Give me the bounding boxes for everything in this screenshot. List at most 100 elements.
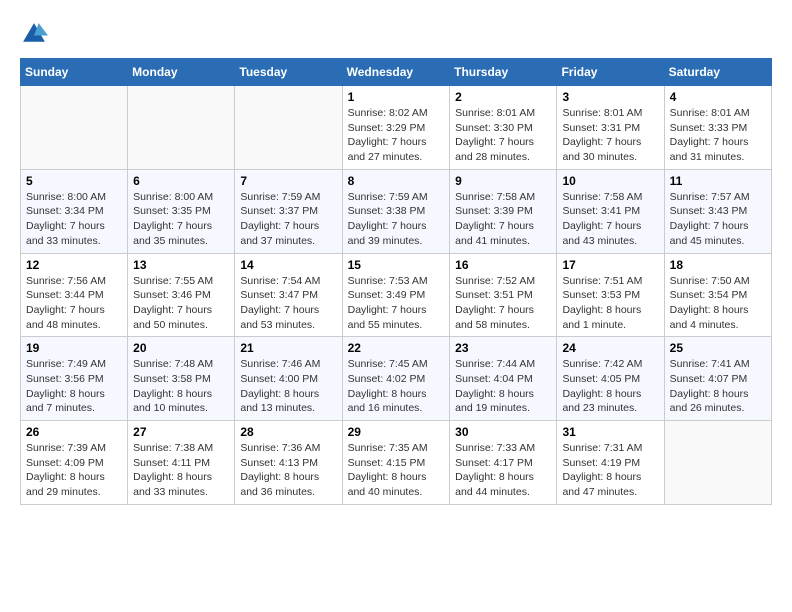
calendar-cell: 30 Sunrise: 7:33 AM Sunset: 4:17 PM Dayli…: [450, 421, 557, 505]
calendar-cell: 10Sunrise: 7:58 AM Sunset: 3:41 PM Dayli…: [557, 169, 664, 253]
day-number: 18: [670, 258, 766, 272]
day-info: Sunrise: 7:48 AM Sunset: 3:58 PM Dayligh…: [133, 358, 213, 414]
calendar-cell: 4 Sunrise: 8:01 AM Sunset: 3:33 PM Daylig…: [664, 86, 771, 170]
day-number: 26: [26, 425, 122, 439]
day-number: 17: [562, 258, 658, 272]
day-info: Sunrise: 7:44 AM Sunset: 4:04 PM Dayligh…: [455, 358, 535, 414]
day-info: Sunrise: 7:38 AM Sunset: 4:11 PM Dayligh…: [133, 442, 213, 498]
day-number: 6: [133, 174, 229, 188]
day-info: Sunrise: 8:01 AM Sunset: 3:33 PM Dayligh…: [670, 107, 750, 163]
day-number: 31: [562, 425, 658, 439]
day-info: Sunrise: 7:57 AM Sunset: 3:43 PM Dayligh…: [670, 191, 750, 247]
calendar-cell: 24 Sunrise: 7:42 AM Sunset: 4:05 PM Dayli…: [557, 337, 664, 421]
day-info: Sunrise: 8:02 AM Sunset: 3:29 PM Dayligh…: [348, 107, 428, 163]
calendar-cell: [664, 421, 771, 505]
calendar-cell: 3Sunrise: 8:01 AM Sunset: 3:31 PM Daylig…: [557, 86, 664, 170]
calendar-cell: 9Sunrise: 7:58 AM Sunset: 3:39 PM Daylig…: [450, 169, 557, 253]
day-number: 24: [562, 341, 658, 355]
calendar-cell: 8 Sunrise: 7:59 AM Sunset: 3:38 PM Daylig…: [342, 169, 450, 253]
calendar-cell: 20 Sunrise: 7:48 AM Sunset: 3:58 PM Dayli…: [128, 337, 235, 421]
logo-icon: [20, 20, 48, 48]
day-info: Sunrise: 7:41 AM Sunset: 4:07 PM Dayligh…: [670, 358, 750, 414]
day-info: Sunrise: 7:54 AM Sunset: 3:47 PM Dayligh…: [240, 275, 320, 331]
calendar-cell: 13 Sunrise: 7:55 AM Sunset: 3:46 PM Dayli…: [128, 253, 235, 337]
calendar-cell: 7Sunrise: 7:59 AM Sunset: 3:37 PM Daylig…: [235, 169, 342, 253]
day-number: 30: [455, 425, 551, 439]
calendar-cell: 11Sunrise: 7:57 AM Sunset: 3:43 PM Dayli…: [664, 169, 771, 253]
column-header-tuesday: Tuesday: [235, 59, 342, 86]
page-header: [20, 20, 772, 48]
calendar-cell: [128, 86, 235, 170]
day-number: 8: [348, 174, 445, 188]
day-info: Sunrise: 7:35 AM Sunset: 4:15 PM Dayligh…: [348, 442, 428, 498]
calendar-cell: 25 Sunrise: 7:41 AM Sunset: 4:07 PM Dayli…: [664, 337, 771, 421]
day-number: 27: [133, 425, 229, 439]
calendar-cell: 21 Sunrise: 7:46 AM Sunset: 4:00 PM Dayli…: [235, 337, 342, 421]
day-info: Sunrise: 7:51 AM Sunset: 3:53 PM Dayligh…: [562, 275, 642, 331]
column-header-wednesday: Wednesday: [342, 59, 450, 86]
calendar-week-5: 26 Sunrise: 7:39 AM Sunset: 4:09 PM Dayli…: [21, 421, 772, 505]
calendar-cell: 5Sunrise: 8:00 AM Sunset: 3:34 PM Daylig…: [21, 169, 128, 253]
day-number: 21: [240, 341, 336, 355]
day-number: 4: [670, 90, 766, 104]
day-info: Sunrise: 7:39 AM Sunset: 4:09 PM Dayligh…: [26, 442, 106, 498]
day-info: Sunrise: 8:01 AM Sunset: 3:30 PM Dayligh…: [455, 107, 535, 163]
calendar-cell: 23 Sunrise: 7:44 AM Sunset: 4:04 PM Dayli…: [450, 337, 557, 421]
day-info: Sunrise: 7:59 AM Sunset: 3:38 PM Dayligh…: [348, 191, 428, 247]
calendar-cell: 22Sunrise: 7:45 AM Sunset: 4:02 PM Dayli…: [342, 337, 450, 421]
calendar-header-row: SundayMondayTuesdayWednesdayThursdayFrid…: [21, 59, 772, 86]
column-header-friday: Friday: [557, 59, 664, 86]
calendar-cell: 2 Sunrise: 8:01 AM Sunset: 3:30 PM Daylig…: [450, 86, 557, 170]
calendar-cell: 1 Sunrise: 8:02 AM Sunset: 3:29 PM Daylig…: [342, 86, 450, 170]
calendar-week-3: 12Sunrise: 7:56 AM Sunset: 3:44 PM Dayli…: [21, 253, 772, 337]
day-number: 19: [26, 341, 122, 355]
day-number: 15: [348, 258, 445, 272]
day-info: Sunrise: 7:59 AM Sunset: 3:37 PM Dayligh…: [240, 191, 320, 247]
day-info: Sunrise: 7:42 AM Sunset: 4:05 PM Dayligh…: [562, 358, 642, 414]
calendar-week-4: 19 Sunrise: 7:49 AM Sunset: 3:56 PM Dayli…: [21, 337, 772, 421]
day-info: Sunrise: 7:46 AM Sunset: 4:00 PM Dayligh…: [240, 358, 320, 414]
calendar-cell: 17 Sunrise: 7:51 AM Sunset: 3:53 PM Dayli…: [557, 253, 664, 337]
day-info: Sunrise: 7:45 AM Sunset: 4:02 PM Dayligh…: [348, 358, 428, 414]
day-number: 1: [348, 90, 445, 104]
column-header-thursday: Thursday: [450, 59, 557, 86]
calendar-cell: 31 Sunrise: 7:31 AM Sunset: 4:19 PM Dayli…: [557, 421, 664, 505]
column-header-monday: Monday: [128, 59, 235, 86]
day-number: 2: [455, 90, 551, 104]
calendar-cell: 27 Sunrise: 7:38 AM Sunset: 4:11 PM Dayli…: [128, 421, 235, 505]
day-number: 5: [26, 174, 122, 188]
calendar-cell: 16 Sunrise: 7:52 AM Sunset: 3:51 PM Dayli…: [450, 253, 557, 337]
calendar-cell: 18 Sunrise: 7:50 AM Sunset: 3:54 PM Dayli…: [664, 253, 771, 337]
day-number: 29: [348, 425, 445, 439]
calendar-cell: 26 Sunrise: 7:39 AM Sunset: 4:09 PM Dayli…: [21, 421, 128, 505]
day-info: Sunrise: 7:31 AM Sunset: 4:19 PM Dayligh…: [562, 442, 642, 498]
day-number: 28: [240, 425, 336, 439]
calendar-cell: 28 Sunrise: 7:36 AM Sunset: 4:13 PM Dayli…: [235, 421, 342, 505]
calendar-cell: 14Sunrise: 7:54 AM Sunset: 3:47 PM Dayli…: [235, 253, 342, 337]
day-info: Sunrise: 8:00 AM Sunset: 3:35 PM Dayligh…: [133, 191, 213, 247]
calendar-cell: 6 Sunrise: 8:00 AM Sunset: 3:35 PM Daylig…: [128, 169, 235, 253]
day-info: Sunrise: 7:50 AM Sunset: 3:54 PM Dayligh…: [670, 275, 750, 331]
calendar-cell: 29 Sunrise: 7:35 AM Sunset: 4:15 PM Dayli…: [342, 421, 450, 505]
day-number: 10: [562, 174, 658, 188]
day-number: 9: [455, 174, 551, 188]
day-info: Sunrise: 7:53 AM Sunset: 3:49 PM Dayligh…: [348, 275, 428, 331]
day-info: Sunrise: 7:55 AM Sunset: 3:46 PM Dayligh…: [133, 275, 213, 331]
day-number: 20: [133, 341, 229, 355]
calendar-cell: [21, 86, 128, 170]
calendar-cell: 19 Sunrise: 7:49 AM Sunset: 3:56 PM Dayli…: [21, 337, 128, 421]
day-info: Sunrise: 7:56 AM Sunset: 3:44 PM Dayligh…: [26, 275, 106, 331]
day-info: Sunrise: 7:33 AM Sunset: 4:17 PM Dayligh…: [455, 442, 535, 498]
day-number: 23: [455, 341, 551, 355]
day-info: Sunrise: 7:49 AM Sunset: 3:56 PM Dayligh…: [26, 358, 106, 414]
calendar-cell: [235, 86, 342, 170]
day-info: Sunrise: 8:01 AM Sunset: 3:31 PM Dayligh…: [562, 107, 642, 163]
day-info: Sunrise: 7:52 AM Sunset: 3:51 PM Dayligh…: [455, 275, 535, 331]
day-info: Sunrise: 7:36 AM Sunset: 4:13 PM Dayligh…: [240, 442, 320, 498]
day-number: 25: [670, 341, 766, 355]
day-number: 13: [133, 258, 229, 272]
calendar-week-2: 5Sunrise: 8:00 AM Sunset: 3:34 PM Daylig…: [21, 169, 772, 253]
calendar-week-1: 1 Sunrise: 8:02 AM Sunset: 3:29 PM Daylig…: [21, 86, 772, 170]
column-header-sunday: Sunday: [21, 59, 128, 86]
day-number: 16: [455, 258, 551, 272]
